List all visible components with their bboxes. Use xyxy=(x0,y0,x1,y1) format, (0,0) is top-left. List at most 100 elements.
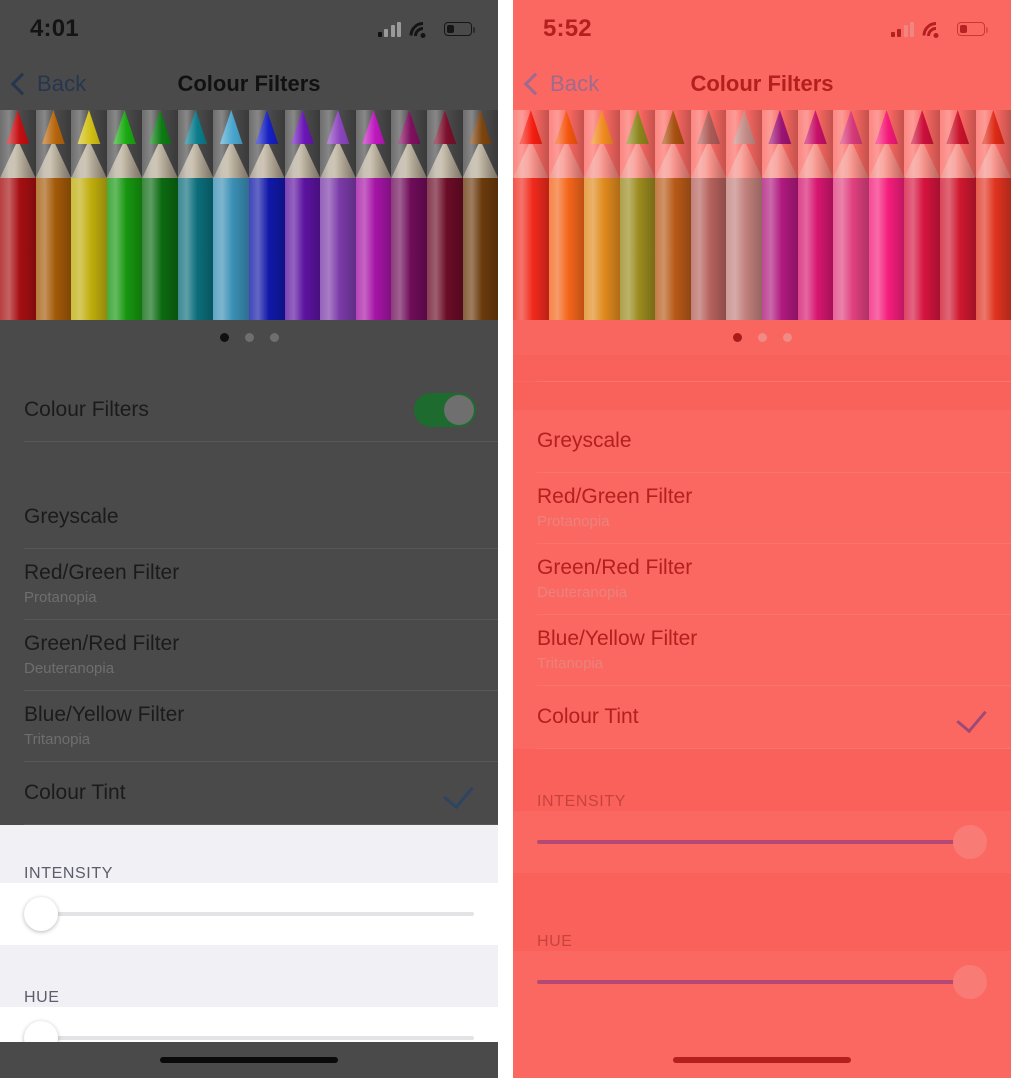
pencil-wood xyxy=(975,140,1011,178)
slider-section-gap xyxy=(0,825,498,851)
filter-row-texts: Colour Tint xyxy=(537,704,639,730)
filter-name: Colour Tint xyxy=(24,781,126,804)
pencil-tip xyxy=(184,110,208,144)
home-indicator-area-right xyxy=(513,1042,1011,1078)
pencil-wood xyxy=(762,140,798,178)
filter-row[interactable]: Colour Tint xyxy=(513,686,1011,748)
pencil-wood xyxy=(320,140,356,178)
slider-row[interactable] xyxy=(513,811,1011,873)
pencil xyxy=(584,110,620,355)
pencil-wood xyxy=(726,140,763,178)
pencil xyxy=(548,110,585,355)
slider-thumb[interactable] xyxy=(953,825,987,859)
back-button[interactable]: Back xyxy=(513,71,599,97)
slider-thumb[interactable] xyxy=(24,897,58,931)
filter-subtitle: Protanopia xyxy=(537,513,610,530)
pencil-tip xyxy=(433,110,457,144)
slider-row[interactable] xyxy=(0,883,498,945)
filter-row[interactable]: Greyscale xyxy=(0,486,498,548)
status-bar-right: 5:52 xyxy=(513,0,1011,58)
status-time: 4:01 xyxy=(30,15,79,42)
pencil xyxy=(762,110,798,355)
pencil xyxy=(284,110,321,355)
filter-name: Greyscale xyxy=(537,429,632,452)
pencil-wood xyxy=(355,140,392,178)
pencil xyxy=(462,110,498,355)
filter-name: Red/Green Filter xyxy=(537,485,693,508)
pencil xyxy=(426,110,463,355)
colour-filter-preview-banner[interactable] xyxy=(513,110,1011,355)
slider-track[interactable] xyxy=(537,980,987,984)
settings-list-left: Colour Filters Greyscale Red/Green Filter P… xyxy=(0,355,498,1069)
slider-track[interactable] xyxy=(24,1036,474,1040)
pencil-tip xyxy=(41,110,65,144)
pencil-wood xyxy=(213,140,250,178)
slider-track[interactable] xyxy=(537,840,987,844)
pencil-tip xyxy=(768,110,792,144)
page-indicator-dots[interactable] xyxy=(513,320,1011,355)
pencil-tip xyxy=(468,110,492,144)
navigation-bar-left: Back Colour Filters xyxy=(0,58,498,110)
colour-filter-preview-banner[interactable] xyxy=(0,110,498,355)
pencil-tip xyxy=(113,110,136,144)
filter-row[interactable]: Green/Red Filter Deuteranopia xyxy=(0,620,498,690)
pencil xyxy=(142,110,178,355)
status-bar-left: 4:01 xyxy=(0,0,498,58)
pencil-wood xyxy=(797,140,834,178)
page-dot-1[interactable] xyxy=(732,333,742,342)
pencil xyxy=(619,110,656,355)
pencil-tip xyxy=(362,110,385,144)
status-indicators xyxy=(890,16,988,55)
pencil-tip xyxy=(519,110,543,144)
filter-row[interactable]: Colour Tint xyxy=(0,762,498,824)
filter-row[interactable]: Blue/Yellow Filter Tritanopia xyxy=(513,615,1011,685)
page-indicator-dots[interactable] xyxy=(0,320,498,355)
filter-row[interactable]: Green/Red Filter Deuteranopia xyxy=(513,544,1011,614)
wifi-icon xyxy=(916,16,955,55)
pencil-wood xyxy=(462,140,498,178)
home-indicator[interactable] xyxy=(673,1057,851,1063)
page-dot-1[interactable] xyxy=(219,333,229,342)
home-indicator-area-left xyxy=(0,1042,498,1078)
section-gap xyxy=(513,355,1011,381)
filter-subtitle: Deuteranopia xyxy=(537,584,628,601)
section-gap xyxy=(513,382,1011,410)
filter-name: Green/Red Filter xyxy=(537,556,693,579)
pencil xyxy=(213,110,250,355)
page-dot-3[interactable] xyxy=(782,333,792,342)
slider-label: INTENSITY xyxy=(0,851,498,883)
page-dot-2[interactable] xyxy=(757,333,767,342)
colour-filters-toggle-row[interactable]: Colour Filters xyxy=(0,379,498,441)
back-button[interactable]: Back xyxy=(0,71,86,97)
pencil-tip xyxy=(255,110,279,144)
filter-row[interactable]: Red/Green Filter Protanopia xyxy=(0,549,498,619)
slider-row[interactable] xyxy=(513,951,1011,1013)
pencil xyxy=(904,110,940,355)
pencil-wood xyxy=(619,140,656,178)
home-indicator[interactable] xyxy=(160,1057,338,1063)
pencil-tip xyxy=(148,110,172,144)
filter-row[interactable]: Greyscale xyxy=(513,410,1011,472)
slider-label: HUE xyxy=(513,919,1011,951)
colour-filters-toggle[interactable] xyxy=(414,393,476,427)
filter-subtitle: Deuteranopia xyxy=(24,660,115,677)
filter-subtitle: Protanopia xyxy=(24,589,97,606)
filter-row[interactable]: Red/Green Filter Protanopia xyxy=(513,473,1011,543)
slider-track[interactable] xyxy=(24,912,474,916)
page-dot-2[interactable] xyxy=(244,333,254,342)
filter-row-texts: Blue/Yellow Filter Tritanopia xyxy=(24,702,184,750)
pencil xyxy=(35,110,72,355)
filter-row[interactable]: Blue/Yellow Filter Tritanopia xyxy=(0,691,498,761)
pencil-wood xyxy=(71,140,107,178)
slider-thumb[interactable] xyxy=(953,965,987,999)
pencil-wood xyxy=(939,140,976,178)
filter-row-texts: Colour Tint xyxy=(24,780,126,806)
pencil-wood xyxy=(35,140,72,178)
filter-name: Red/Green Filter xyxy=(24,561,180,584)
page-dot-3[interactable] xyxy=(269,333,279,342)
filter-row-texts: Red/Green Filter Protanopia xyxy=(24,560,179,608)
slider-section-gap xyxy=(513,749,1011,779)
pencil-tip xyxy=(554,110,578,144)
status-time: 5:52 xyxy=(543,15,592,42)
pencil-tip xyxy=(590,110,614,144)
